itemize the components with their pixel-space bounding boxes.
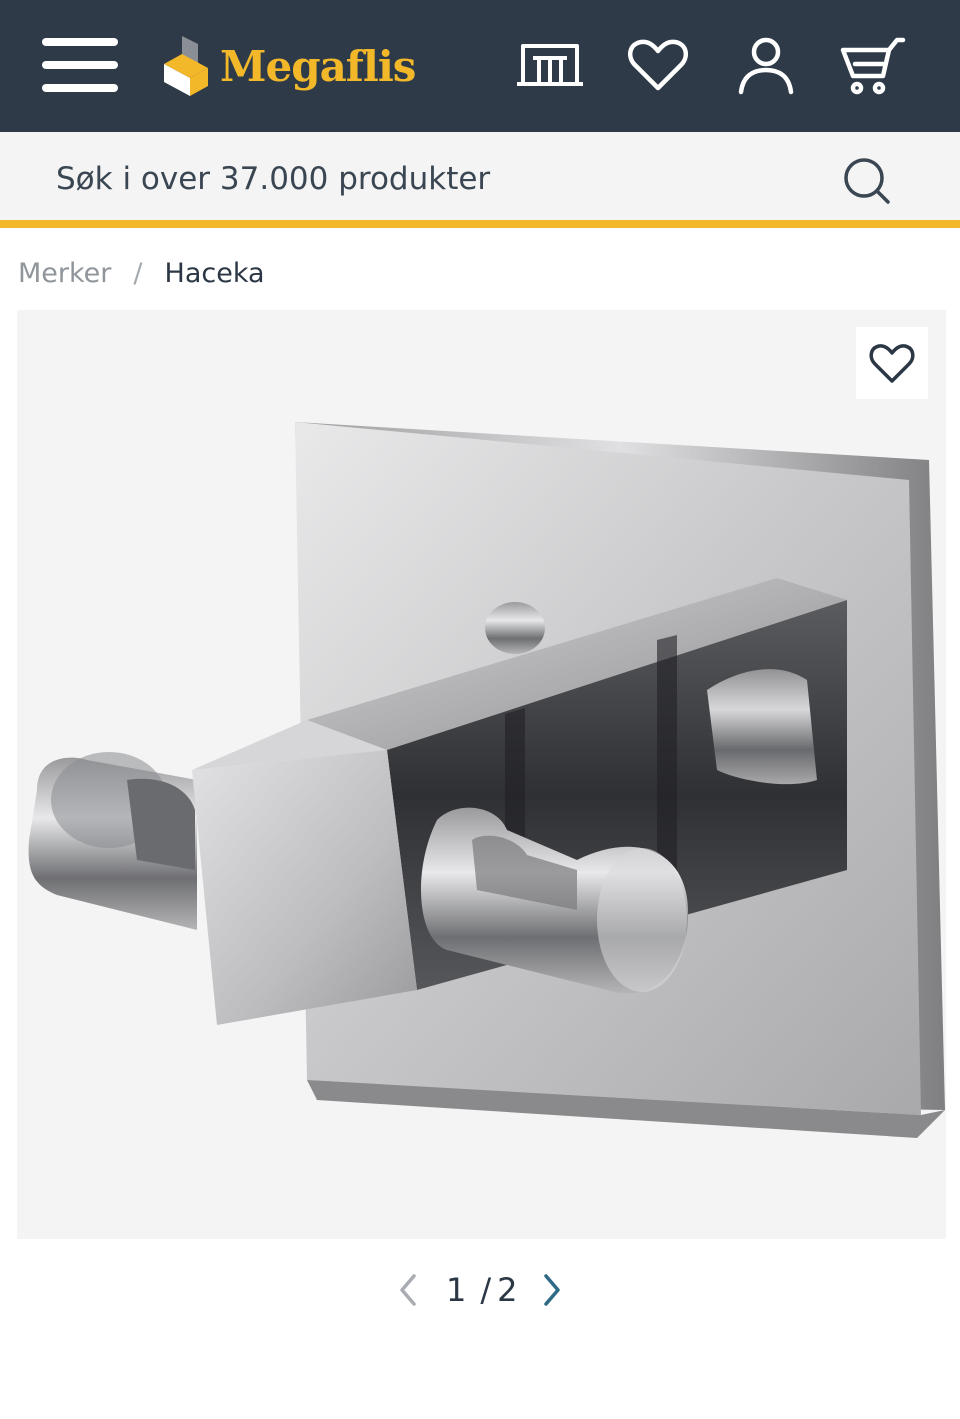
page-separator: / xyxy=(480,1271,492,1309)
total-pages: 2 xyxy=(497,1271,518,1309)
search-bar xyxy=(0,132,960,228)
product-image xyxy=(28,422,945,1138)
top-navigation-bar: Megaflis xyxy=(0,0,960,132)
add-to-favorites-button[interactable] xyxy=(856,327,928,399)
current-page: 1 xyxy=(446,1271,467,1309)
breadcrumb-link-merker[interactable]: Merker xyxy=(18,258,111,289)
search-icon[interactable] xyxy=(838,152,896,210)
cart-icon[interactable] xyxy=(834,30,914,100)
breadcrumb-current: Haceka xyxy=(164,257,265,289)
menu-icon[interactable] xyxy=(40,36,120,94)
menu-icon-line xyxy=(42,38,118,46)
page-indicator: 1 / 2 xyxy=(426,1271,534,1309)
store-icon[interactable] xyxy=(510,30,590,100)
heart-icon[interactable] xyxy=(618,30,698,100)
breadcrumb: Merker / Haceka xyxy=(18,253,265,293)
next-image-button[interactable] xyxy=(534,1266,570,1314)
user-icon[interactable] xyxy=(726,30,806,100)
search-input[interactable] xyxy=(36,150,796,208)
breadcrumb-separator: / xyxy=(133,257,143,289)
brand-name: Megaflis xyxy=(220,41,416,91)
gallery-pagination: 1 / 2 xyxy=(390,1262,580,1318)
chevron-left-icon xyxy=(400,1274,416,1306)
previous-image-button[interactable] xyxy=(390,1266,426,1314)
brand-logo[interactable]: Megaflis xyxy=(160,28,416,104)
menu-icon-line xyxy=(42,84,118,92)
heart-icon xyxy=(869,344,915,383)
logo-mark-icon xyxy=(164,36,208,96)
menu-icon-line xyxy=(42,61,118,69)
product-image-gallery[interactable] xyxy=(17,310,946,1239)
chevron-right-icon xyxy=(543,1274,560,1306)
